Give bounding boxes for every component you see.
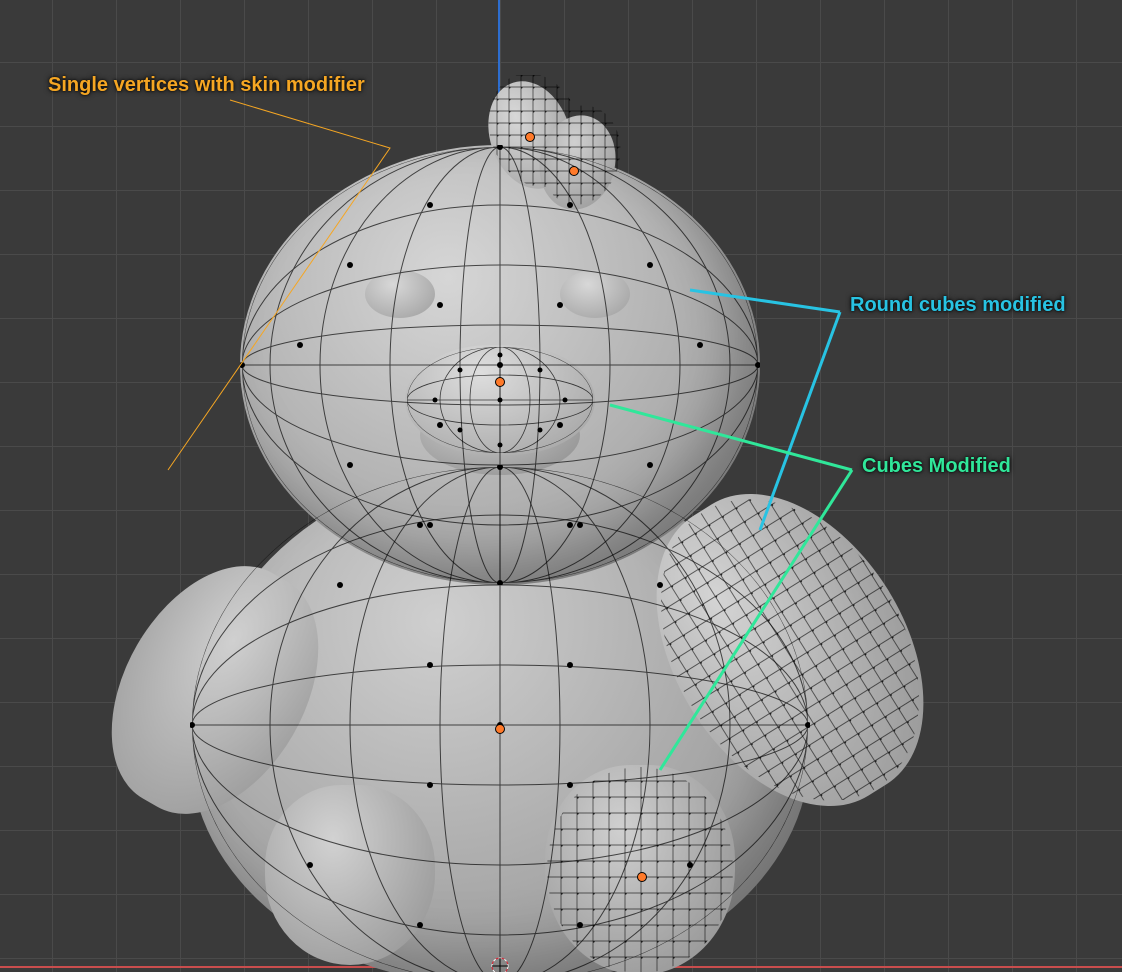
- origin-body: [496, 725, 504, 733]
- cursor-3d-icon: [490, 956, 510, 972]
- part-beak-upper: [405, 345, 595, 455]
- part-foot-right: [545, 765, 735, 972]
- viewport-3d[interactable]: Single vertices with skin modifier Round…: [0, 0, 1122, 972]
- annotation-single-vertices-skin: Single vertices with skin modifier: [48, 74, 365, 97]
- part-eye-left: [365, 270, 435, 318]
- part-foot-left: [265, 785, 435, 965]
- character-chicken: [90, 85, 910, 965]
- part-eye-right: [560, 270, 630, 318]
- origin-tuft-2: [570, 167, 578, 175]
- origin-beak: [496, 378, 504, 386]
- origin-foot-r: [638, 873, 646, 881]
- annotation-cubes-modified: Cubes Modified: [862, 455, 1011, 478]
- annotation-round-cubes-modified: Round cubes modified: [850, 294, 1066, 317]
- origin-tuft-1: [526, 133, 534, 141]
